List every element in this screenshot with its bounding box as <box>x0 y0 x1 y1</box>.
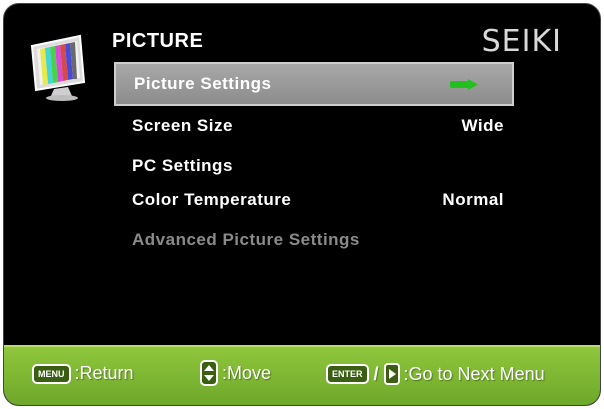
brand-logo: SEIKI <box>481 24 562 59</box>
enter-key-icon: ENTER <box>326 364 369 384</box>
up-down-key-icon <box>200 360 218 386</box>
menu-item-color-temperature[interactable]: Color Temperature Normal <box>114 180 514 220</box>
move-hint: :Move <box>200 360 271 386</box>
menu-item-value: Normal <box>442 190 504 209</box>
menu-item-value: Wide <box>461 116 504 135</box>
monitor-icon <box>30 34 86 101</box>
right-key-icon <box>383 363 400 385</box>
return-hint: MENU :Return <box>32 363 134 384</box>
menu-item-label: Screen Size <box>132 116 233 135</box>
menu-item-label: Color Temperature <box>132 190 292 209</box>
next-menu-hint-label: :Go to Next Menu <box>403 363 545 384</box>
page-title: PICTURE <box>112 30 204 52</box>
separator-slash: / <box>373 363 379 384</box>
next-menu-hint: ENTER / :Go to Next Menu <box>326 363 545 385</box>
settings-menu: Picture Settings Screen Size Wide PC Set… <box>114 62 514 260</box>
menu-item-advanced-picture-settings: Advanced Picture Settings <box>114 220 514 260</box>
menu-item-label: Picture Settings <box>134 74 272 93</box>
menu-key-icon: MENU <box>32 363 71 384</box>
osd-menu-panel: PICTURE SEIKI Picture Settings Screen Si… <box>3 3 601 406</box>
footer-hint-bar: MENU :Return :Move ENTER / :Go to Next M… <box>4 345 600 405</box>
menu-item-screen-size[interactable]: Screen Size Wide <box>114 106 514 146</box>
return-hint-label: :Return <box>74 363 134 383</box>
menu-item-label: Advanced Picture Settings <box>132 230 360 249</box>
green-arrow-icon <box>450 79 478 90</box>
menu-item-picture-settings[interactable]: Picture Settings <box>114 62 514 106</box>
move-hint-label: :Move <box>222 362 272 383</box>
menu-item-label: PC Settings <box>132 156 233 175</box>
